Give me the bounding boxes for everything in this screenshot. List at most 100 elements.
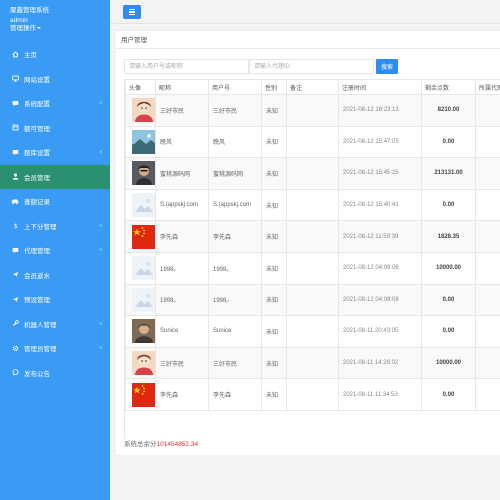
user-id-cell: 三好市民 xyxy=(208,94,262,127)
avatar-cell xyxy=(125,315,156,348)
note-cell xyxy=(286,251,339,285)
chat-icon xyxy=(10,100,20,107)
gender-cell: 未知 xyxy=(261,251,287,285)
monitor-icon xyxy=(10,75,20,82)
sidebar-item-label: 查额记录 xyxy=(24,199,50,207)
sidebar-item-label: 主页 xyxy=(24,52,37,60)
gender-cell: 未知 xyxy=(261,94,287,127)
gender-cell: 未知 xyxy=(261,188,287,222)
avatar-cell xyxy=(125,283,156,317)
sidebar-item-home[interactable]: 主页 xyxy=(0,42,110,67)
user-id-cell: 1998。 xyxy=(208,251,262,285)
nickname-cell: 李先森 xyxy=(155,378,209,411)
sidebar-item-robot-manage[interactable]: 机器人管理 ‹ xyxy=(0,312,110,337)
nickname-cell: 三好市民 xyxy=(155,94,209,127)
note-cell xyxy=(286,94,339,127)
avatar xyxy=(132,287,155,312)
nickname-cell: 蜜桃源码网 xyxy=(155,157,209,190)
note-cell xyxy=(286,188,339,222)
user-id-cell: 1998。 xyxy=(208,283,262,317)
table-row: 1998。1998。未知2021-08-12 04:08:080.000 xyxy=(125,283,500,317)
car-icon xyxy=(10,198,20,205)
column-header: 所属代理 xyxy=(475,79,500,95)
user-management-panel: 用户管理 搜索 头像昵称用户号性别备注注册时间剩余点数所属代理 三好市民三好市民… xyxy=(116,30,500,455)
nickname-cell: 1998。 xyxy=(155,251,209,285)
user-id-cell: S.(appskj.com xyxy=(208,188,262,222)
panel-title: 用户管理 xyxy=(121,37,147,44)
gender-cell: 未知 xyxy=(261,283,287,317)
sidebar-item-quota-manage[interactable]: 额可管理 xyxy=(0,116,110,141)
column-header: 性别 xyxy=(261,79,287,95)
wrench-icon xyxy=(10,320,20,327)
register-time-cell: 2021-08-12 16:23:13 xyxy=(338,94,422,127)
sidebar-item-preset-manage[interactable]: 预设管理 xyxy=(0,287,110,312)
avatar xyxy=(132,382,155,407)
box-icon xyxy=(10,124,20,131)
avatar xyxy=(132,224,155,249)
register-time-cell: 2021-08-11 14:26:02 xyxy=(338,346,422,380)
agent-search-input[interactable] xyxy=(249,59,374,74)
agent-cell: 0 xyxy=(475,251,500,285)
note-cell xyxy=(286,157,339,190)
points-cell: 8210.00 xyxy=(421,94,476,127)
sidebar-item-label: 代理管理 xyxy=(24,248,50,256)
table-row: 李先森李先森未知2021-08-11 11:34:530.000 xyxy=(125,378,500,411)
agent-cell: 0 xyxy=(475,94,500,127)
sidebar-item-publish-notice[interactable]: 发布公告 xyxy=(0,361,110,386)
avatar xyxy=(132,129,155,154)
user-table-wrapper: 头像昵称用户号性别备注注册时间剩余点数所属代理 三好市民三好市民未知2021-0… xyxy=(124,79,500,439)
sidebar-item-label: 会员管理 xyxy=(24,174,50,182)
total-amount: 101454852.34 xyxy=(156,441,199,448)
sidebar-item-label: 系统配置 xyxy=(24,101,50,109)
points-cell: 0.00 xyxy=(421,315,476,348)
table-row: 蜜桃源码网 蜜桃源码网 未知 2021-08-12 15:45:25 213131.00… xyxy=(125,157,500,190)
sidebar-item-admin-manage[interactable]: 管理员管理 ‹ xyxy=(0,336,110,361)
sidebar-item-system-config[interactable]: 系统配置 ‹ xyxy=(0,91,110,116)
total-label: 系统总余分 xyxy=(124,441,157,448)
home-icon xyxy=(10,51,20,58)
user-id-cell: 蜜桃源码网 xyxy=(208,157,262,190)
table-body: 三好市民三好市民未知2021-08-12 16:23:138210.000晚风晚… xyxy=(125,94,500,411)
gender-cell: 未知 xyxy=(261,220,287,253)
table-row: S.(appskj.com S.(appskj.com 未知 2021-08-12 1… xyxy=(125,188,500,222)
note-cell xyxy=(286,378,339,411)
table-row: 晚风晚风未知2021-08-12 15:47:050.000 xyxy=(125,125,500,159)
nickname-cell: 1998。 xyxy=(155,283,209,317)
chat-icon xyxy=(10,149,20,156)
brand: 聚鑫管理系统 admin 管理操作 xyxy=(0,0,110,42)
column-header: 注册时间 xyxy=(338,79,422,95)
note-cell xyxy=(286,315,339,348)
column-header: 昵称 xyxy=(155,79,209,95)
sidebar-item-query-records[interactable]: 查额记录 xyxy=(0,189,110,214)
nickname-cell: 晚风 xyxy=(155,125,209,159)
chevron-left-icon: ‹ xyxy=(99,148,102,156)
avatar-cell xyxy=(125,188,156,222)
sidebar-item-site-settings[interactable]: 网站设置 xyxy=(0,67,110,92)
table-header-row: 头像昵称用户号性别备注注册时间剩余点数所属代理 xyxy=(125,79,500,95)
sidebar-item-label: 发布公告 xyxy=(24,370,50,378)
table-row: 三好市民三好市民未知2021-08-12 16:23:138210.000 xyxy=(125,94,500,127)
menu-toggle-button[interactable] xyxy=(123,5,141,19)
table-row: 三好市民三好市民未知2021-08-11 14:26:0210000.000 xyxy=(125,346,500,380)
agent-cell: 0 xyxy=(475,220,500,253)
sidebar-item-member-manage[interactable]: 会员管理 xyxy=(0,164,110,189)
sidebar-item-question-bank[interactable]: 题库设置 ‹ xyxy=(0,140,110,165)
user-id-cell: 三好市民 xyxy=(208,346,262,380)
chevron-left-icon: ‹ xyxy=(99,246,102,254)
bubble-icon xyxy=(10,369,20,376)
register-time-cell: 2021-08-12 15:47:05 xyxy=(338,125,422,159)
avatar-cell xyxy=(125,157,156,190)
search-button[interactable]: 搜索 xyxy=(376,59,398,74)
nickname-cell: Sunice xyxy=(155,315,209,348)
sidebar-item-label: 题库设置 xyxy=(24,150,50,158)
gender-cell: 未知 xyxy=(261,378,287,411)
sidebar-item-member-rebate[interactable]: 会员返水 xyxy=(0,263,110,288)
sidebar-item-points-manage[interactable]: $ 上下分管理 ‹ xyxy=(0,214,110,239)
admin-ops-dropdown[interactable]: 管理操作 xyxy=(10,25,100,33)
user-search-input[interactable] xyxy=(124,59,249,74)
agent-cell: 0 xyxy=(475,157,500,190)
avatar-cell xyxy=(125,220,156,253)
sidebar-item-agent-manage[interactable]: 代理管理 ‹ xyxy=(0,238,110,263)
dollar-icon: $ xyxy=(10,222,20,229)
system-total: 系统总余分101454852.34 xyxy=(124,438,198,448)
